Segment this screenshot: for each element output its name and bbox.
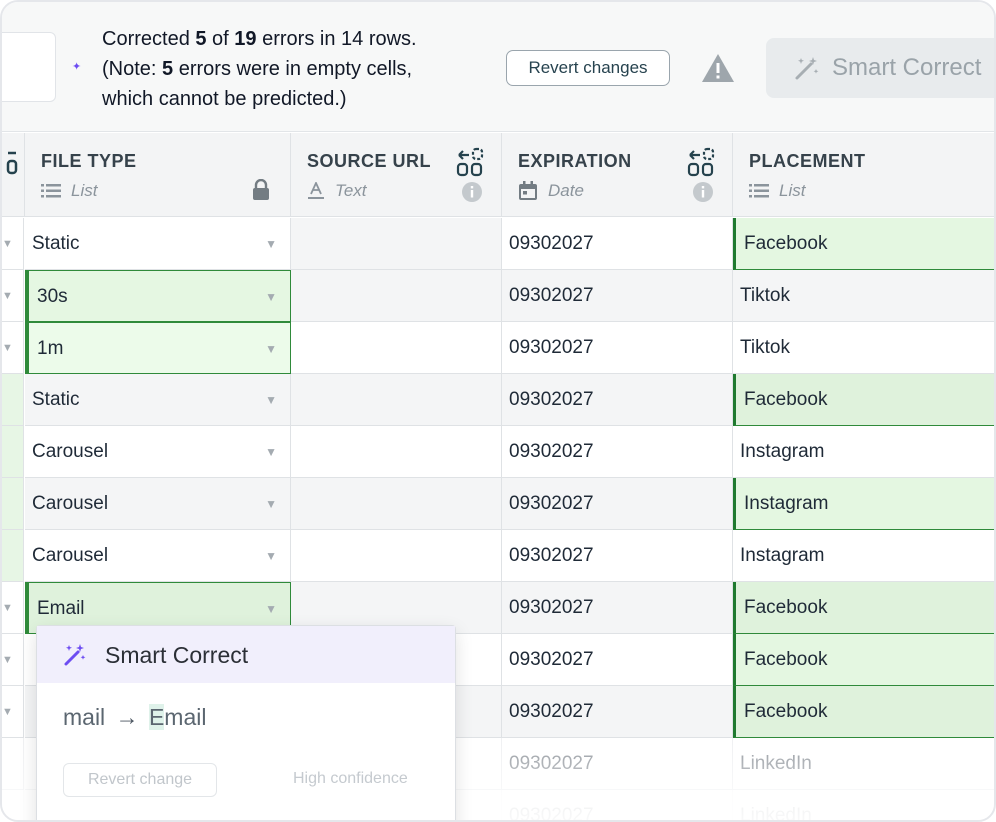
old-value: mail bbox=[63, 704, 106, 730]
placement-cell[interactable]: LinkedIn bbox=[733, 738, 994, 790]
file-type-cell[interactable]: Carousel ▼ bbox=[25, 530, 291, 582]
placement-cell[interactable]: Facebook bbox=[733, 374, 994, 426]
source-url-cell[interactable] bbox=[291, 426, 502, 478]
expiration-cell[interactable]: 09302027 bbox=[502, 270, 733, 322]
sparkle-icon: ✦ bbox=[72, 61, 82, 73]
column-header-prev bbox=[2, 133, 25, 217]
sync-icon[interactable] bbox=[686, 147, 716, 177]
column-header-placement[interactable]: PLACEMENT List bbox=[733, 133, 994, 217]
expiration-cell[interactable]: 09302027 bbox=[502, 738, 733, 790]
magic-wand-icon bbox=[795, 57, 819, 80]
expiration-cell[interactable]: 09302027 bbox=[502, 218, 733, 270]
file-type-cell[interactable]: Static ▼ bbox=[25, 374, 291, 426]
dropdown-caret-icon[interactable]: ▼ bbox=[265, 218, 277, 269]
table-row: Carousel ▼ 09302027 Instagram bbox=[2, 426, 994, 478]
new-value: Email bbox=[148, 704, 207, 730]
placement-cell[interactable]: Facebook bbox=[733, 582, 994, 634]
empty-count: 5 bbox=[162, 58, 174, 80]
placement-cell[interactable]: Tiktok bbox=[733, 270, 994, 322]
file-type-cell[interactable]: Carousel ▼ bbox=[25, 426, 291, 478]
calendar-icon bbox=[519, 181, 537, 200]
table-row: ▼ Static ▼ 09302027 Facebook bbox=[2, 218, 994, 270]
total-count: 19 bbox=[234, 28, 257, 50]
smart-correct-button[interactable]: Smart Correct bbox=[766, 38, 994, 98]
warning-icon[interactable] bbox=[700, 52, 736, 84]
arrow-right-icon: → bbox=[115, 704, 139, 730]
expiration-cell[interactable]: 09302027 bbox=[502, 530, 733, 582]
placement-cell[interactable]: Instagram bbox=[733, 478, 994, 530]
dropdown-caret-icon[interactable]: ▼ bbox=[265, 374, 277, 425]
sync-icon bbox=[6, 151, 18, 175]
list-icon bbox=[41, 184, 61, 198]
list-icon bbox=[749, 184, 769, 198]
smart-correct-popover: Smart Correct mail → Email Revert change… bbox=[36, 625, 456, 820]
correction-change: mail → Email bbox=[63, 704, 206, 731]
column-header-file-type[interactable]: FILE TYPE List bbox=[25, 133, 291, 217]
popover-header: Smart Correct bbox=[37, 626, 455, 683]
expiration-cell[interactable]: 09302027 bbox=[502, 686, 733, 738]
placement-cell[interactable]: Instagram bbox=[733, 530, 994, 582]
source-url-cell[interactable] bbox=[291, 270, 502, 322]
table-row: Carousel ▼ 09302027 Instagram bbox=[2, 530, 994, 582]
popover-title: Smart Correct bbox=[105, 642, 249, 668]
table-row: ▼ 1m ▼ 09302027 Tiktok bbox=[2, 322, 994, 374]
file-type-cell[interactable]: Carousel ▼ bbox=[25, 478, 291, 530]
column-header-source-url[interactable]: SOURCE URL Text bbox=[291, 133, 502, 217]
file-type-cell[interactable]: Static ▼ bbox=[25, 218, 291, 270]
lock-icon bbox=[253, 179, 269, 200]
dropdown-caret-icon[interactable]: ▼ bbox=[265, 478, 277, 529]
placement-cell[interactable]: LinkedIn bbox=[733, 790, 994, 820]
sync-icon[interactable] bbox=[455, 147, 485, 177]
dropdown-caret-icon[interactable]: ▼ bbox=[265, 426, 277, 477]
placement-cell[interactable]: Instagram bbox=[733, 426, 994, 478]
placement-cell[interactable]: Facebook bbox=[733, 218, 994, 270]
table-row: Carousel ▼ 09302027 Instagram bbox=[2, 478, 994, 530]
file-type-cell[interactable]: 30s ▼ bbox=[25, 270, 291, 322]
toolbar-left-box[interactable] bbox=[2, 32, 56, 102]
expiration-cell[interactable]: 09302027 bbox=[502, 478, 733, 530]
column-header-expiration[interactable]: EXPIRATION Date bbox=[502, 133, 733, 217]
info-icon[interactable] bbox=[692, 181, 714, 203]
dropdown-caret-icon[interactable]: ▼ bbox=[265, 271, 277, 321]
source-url-cell[interactable] bbox=[291, 478, 502, 530]
placement-cell[interactable]: Facebook bbox=[733, 686, 994, 738]
app-frame: ✦ Corrected 5 of 19 errors in 14 rows. (… bbox=[0, 0, 996, 822]
text-type-icon bbox=[308, 182, 324, 199]
expiration-cell[interactable]: 09302027 bbox=[502, 634, 733, 686]
expiration-cell[interactable]: 09302027 bbox=[502, 322, 733, 374]
source-url-cell[interactable] bbox=[291, 322, 502, 374]
table-row: ▼ 30s ▼ 09302027 Tiktok bbox=[2, 270, 994, 322]
source-url-cell[interactable] bbox=[291, 530, 502, 582]
file-type-cell[interactable]: 1m ▼ bbox=[25, 322, 291, 374]
info-icon[interactable] bbox=[461, 181, 483, 203]
expiration-cell[interactable]: 09302027 bbox=[502, 790, 733, 820]
correction-summary: Corrected 5 of 19 errors in 14 rows. (No… bbox=[102, 28, 417, 110]
source-url-cell[interactable] bbox=[291, 218, 502, 270]
magic-wand-icon bbox=[64, 644, 86, 666]
placement-cell[interactable]: Tiktok bbox=[733, 322, 994, 374]
dropdown-caret-icon[interactable]: ▼ bbox=[265, 323, 277, 373]
revert-change-button[interactable]: Revert change bbox=[63, 763, 217, 797]
placement-cell[interactable]: Facebook bbox=[733, 634, 994, 686]
expiration-cell[interactable]: 09302027 bbox=[502, 582, 733, 634]
revert-changes-button[interactable]: Revert changes bbox=[506, 50, 670, 86]
table-row: Static ▼ 09302027 Facebook bbox=[2, 374, 994, 426]
expiration-cell[interactable]: 09302027 bbox=[502, 426, 733, 478]
source-url-cell[interactable] bbox=[291, 374, 502, 426]
correction-status-bar: ✦ Corrected 5 of 19 errors in 14 rows. (… bbox=[2, 2, 994, 132]
dropdown-caret-icon[interactable]: ▼ bbox=[265, 530, 277, 581]
corrected-count: 5 bbox=[195, 28, 207, 50]
expiration-cell[interactable]: 09302027 bbox=[502, 374, 733, 426]
confidence-label: High confidence bbox=[293, 770, 408, 787]
